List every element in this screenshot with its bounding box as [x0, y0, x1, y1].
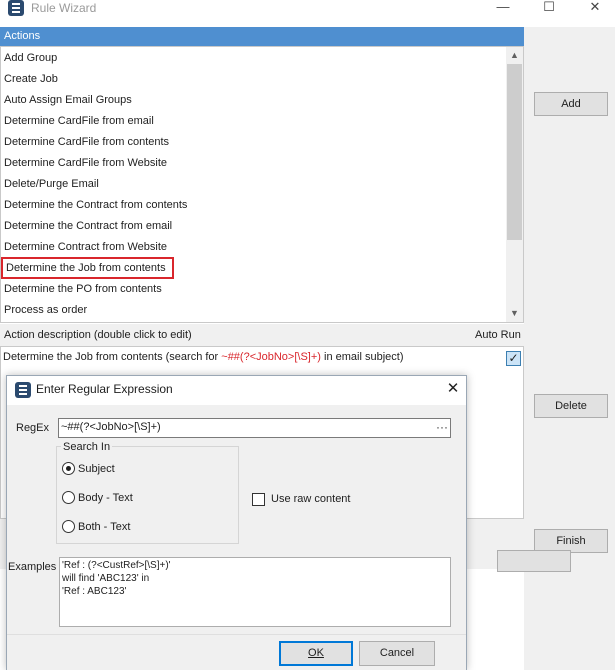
description-pattern: ~##(?<JobNo>[\S]+) [221, 351, 321, 363]
description-prefix: Determine the Job from contents (search … [3, 351, 222, 363]
action-item-contract-from-website[interactable]: Determine Contract from Website [4, 238, 167, 256]
scrollbar-thumb[interactable] [507, 64, 522, 240]
action-item-cardfile-from-email[interactable]: Determine CardFile from email [4, 112, 154, 130]
use-raw-content-label[interactable]: Use raw content [271, 493, 350, 505]
example-line: 'Ref : (?<CustRef>[\S]+)' [62, 560, 171, 571]
use-raw-content-checkbox[interactable] [252, 493, 265, 506]
action-item-process-as-order[interactable]: Process as order [4, 301, 87, 319]
example-line: will find 'ABC123' in [62, 573, 150, 584]
close-icon[interactable]: ✕ [572, 0, 615, 14]
description-text[interactable]: Determine the Job from contents (search … [3, 351, 404, 363]
examples-label: Examples [8, 561, 57, 573]
action-item-job-from-contents[interactable]: Determine the Job from contents [1, 257, 174, 279]
body-text-radio[interactable] [62, 491, 75, 504]
description-suffix: in email subject) [320, 351, 404, 363]
dialog-title: Enter Regular Expression [36, 382, 173, 396]
action-item-contract-from-email[interactable]: Determine the Contract from email [4, 217, 172, 235]
dialog-close-icon[interactable]: ✕ [441, 378, 465, 400]
description-label: Action description (double click to edit… [4, 329, 192, 341]
regex-browse-icon[interactable]: ··· [433, 418, 451, 438]
action-item-create-job[interactable]: Create Job [4, 70, 58, 88]
subject-radio[interactable] [62, 462, 75, 475]
action-item-auto-assign-email-groups[interactable]: Auto Assign Email Groups [4, 91, 132, 109]
subject-radio-label[interactable]: Subject [78, 463, 115, 475]
window-title: Rule Wizard [31, 1, 97, 15]
actions-header: Actions [0, 27, 524, 46]
actions-list[interactable]: Add Group Create Job Auto Assign Email G… [0, 46, 524, 323]
maximize-icon[interactable]: ☐ [526, 0, 572, 14]
example-line: 'Ref : ABC123' [62, 586, 127, 597]
action-item-cardfile-from-website[interactable]: Determine CardFile from Website [4, 154, 167, 172]
search-in-label: Search In [61, 441, 113, 453]
action-item-contract-from-contents[interactable]: Determine the Contract from contents [4, 196, 187, 214]
delete-button[interactable]: Delete [534, 394, 608, 418]
action-item-po-from-contents[interactable]: Determine the PO from contents [4, 280, 162, 298]
both-text-radio-label[interactable]: Both - Text [78, 521, 130, 533]
minimize-icon[interactable]: — [480, 0, 526, 14]
autorun-label: Auto Run [475, 329, 521, 341]
regex-label: RegEx [16, 422, 50, 434]
both-text-radio[interactable] [62, 520, 75, 533]
title-bar: Rule Wizard — ☐ ✕ [0, 0, 615, 27]
regex-input-value: ~##(?<JobNo>[\S]+) [61, 421, 161, 433]
cancel-button[interactable]: Cancel [359, 641, 435, 666]
autorun-checkbox[interactable]: ✓ [506, 351, 521, 366]
right-button-panel [524, 27, 615, 670]
add-button[interactable]: Add [534, 92, 608, 116]
action-item-cardfile-from-contents[interactable]: Determine CardFile from contents [4, 133, 169, 151]
app-logo-icon [8, 0, 24, 16]
action-item-delete-purge-email[interactable]: Delete/Purge Email [4, 175, 99, 193]
dialog-app-icon [15, 382, 31, 398]
body-text-radio-label[interactable]: Body - Text [78, 492, 133, 504]
ok-button[interactable]: OK [279, 641, 353, 666]
hidden-button [497, 550, 571, 572]
scroll-down-icon[interactable]: ▼ [506, 305, 523, 322]
action-item-add-group[interactable]: Add Group [4, 49, 57, 67]
scroll-up-icon[interactable]: ▲ [506, 47, 523, 64]
